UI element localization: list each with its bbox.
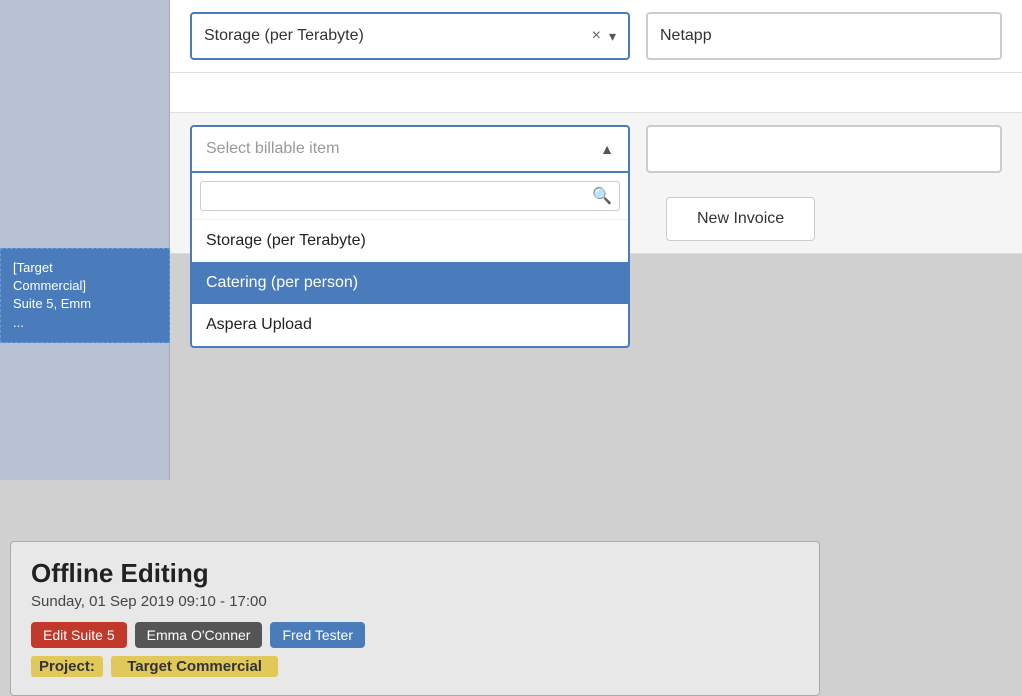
vendor-input[interactable] [646,12,1002,60]
dropdown-option-catering[interactable]: Catering (per person) [192,262,628,304]
dropdown-search-input[interactable] [200,181,620,211]
project-label: Project: [31,656,103,677]
remove-item-button[interactable]: × [592,27,601,45]
event-title: Offline Editing [31,558,799,589]
event-project: Project: Target Commercial [31,658,799,675]
dropdown-option-storage[interactable]: Storage (per Terabyte) [192,220,628,262]
sidebar-item-text: [Target Commercial] Suite 5, Emm ... [13,260,91,330]
modal-top-row: Storage (per Terabyte) × ▾ [170,0,1022,73]
search-icon: 🔍 [592,186,612,206]
project-name: Target Commercial [111,656,278,677]
dropdown-menu: 🔍 Storage (per Terabyte) Catering (per p… [190,173,630,348]
sidebar-calendar-item[interactable]: [Target Commercial] Suite 5, Emm ... [0,248,170,343]
sidebar-panel: [Target Commercial] Suite 5, Emm ... [0,0,170,480]
dropdown-chevron-up-icon: ▲ [600,141,614,157]
tag-emma[interactable]: Emma O'Conner [135,622,263,648]
event-time: Sunday, 01 Sep 2019 09:10 - 17:00 [31,593,799,610]
event-card: Offline Editing Sunday, 01 Sep 2019 09:1… [10,541,820,696]
tag-fred[interactable]: Fred Tester [270,622,365,648]
selected-item-label: Storage (per Terabyte) [204,27,592,45]
tag-edit-suite[interactable]: Edit Suite 5 [31,622,127,648]
billable-item-dropdown-container: Select billable item ▲ 🔍 Storage (per Te… [190,125,630,173]
modal-spacer-row [170,73,1022,113]
modal-panel: Storage (per Terabyte) × ▾ Select billab… [170,0,1022,254]
dropdown-chevron-down-icon: ▾ [609,28,616,45]
new-invoice-button[interactable]: New Invoice [666,197,815,241]
secondary-input[interactable] [646,125,1002,173]
selected-item-tag[interactable]: Storage (per Terabyte) × ▾ [190,12,630,60]
billable-item-dropdown-trigger[interactable]: Select billable item ▲ [190,125,630,173]
modal-dropdown-row: Select billable item ▲ 🔍 Storage (per Te… [170,113,1022,185]
dropdown-placeholder: Select billable item [206,140,600,158]
dropdown-option-aspera[interactable]: Aspera Upload [192,304,628,346]
event-tags: Edit Suite 5 Emma O'Conner Fred Tester [31,622,799,648]
dropdown-search-area: 🔍 [192,173,628,220]
